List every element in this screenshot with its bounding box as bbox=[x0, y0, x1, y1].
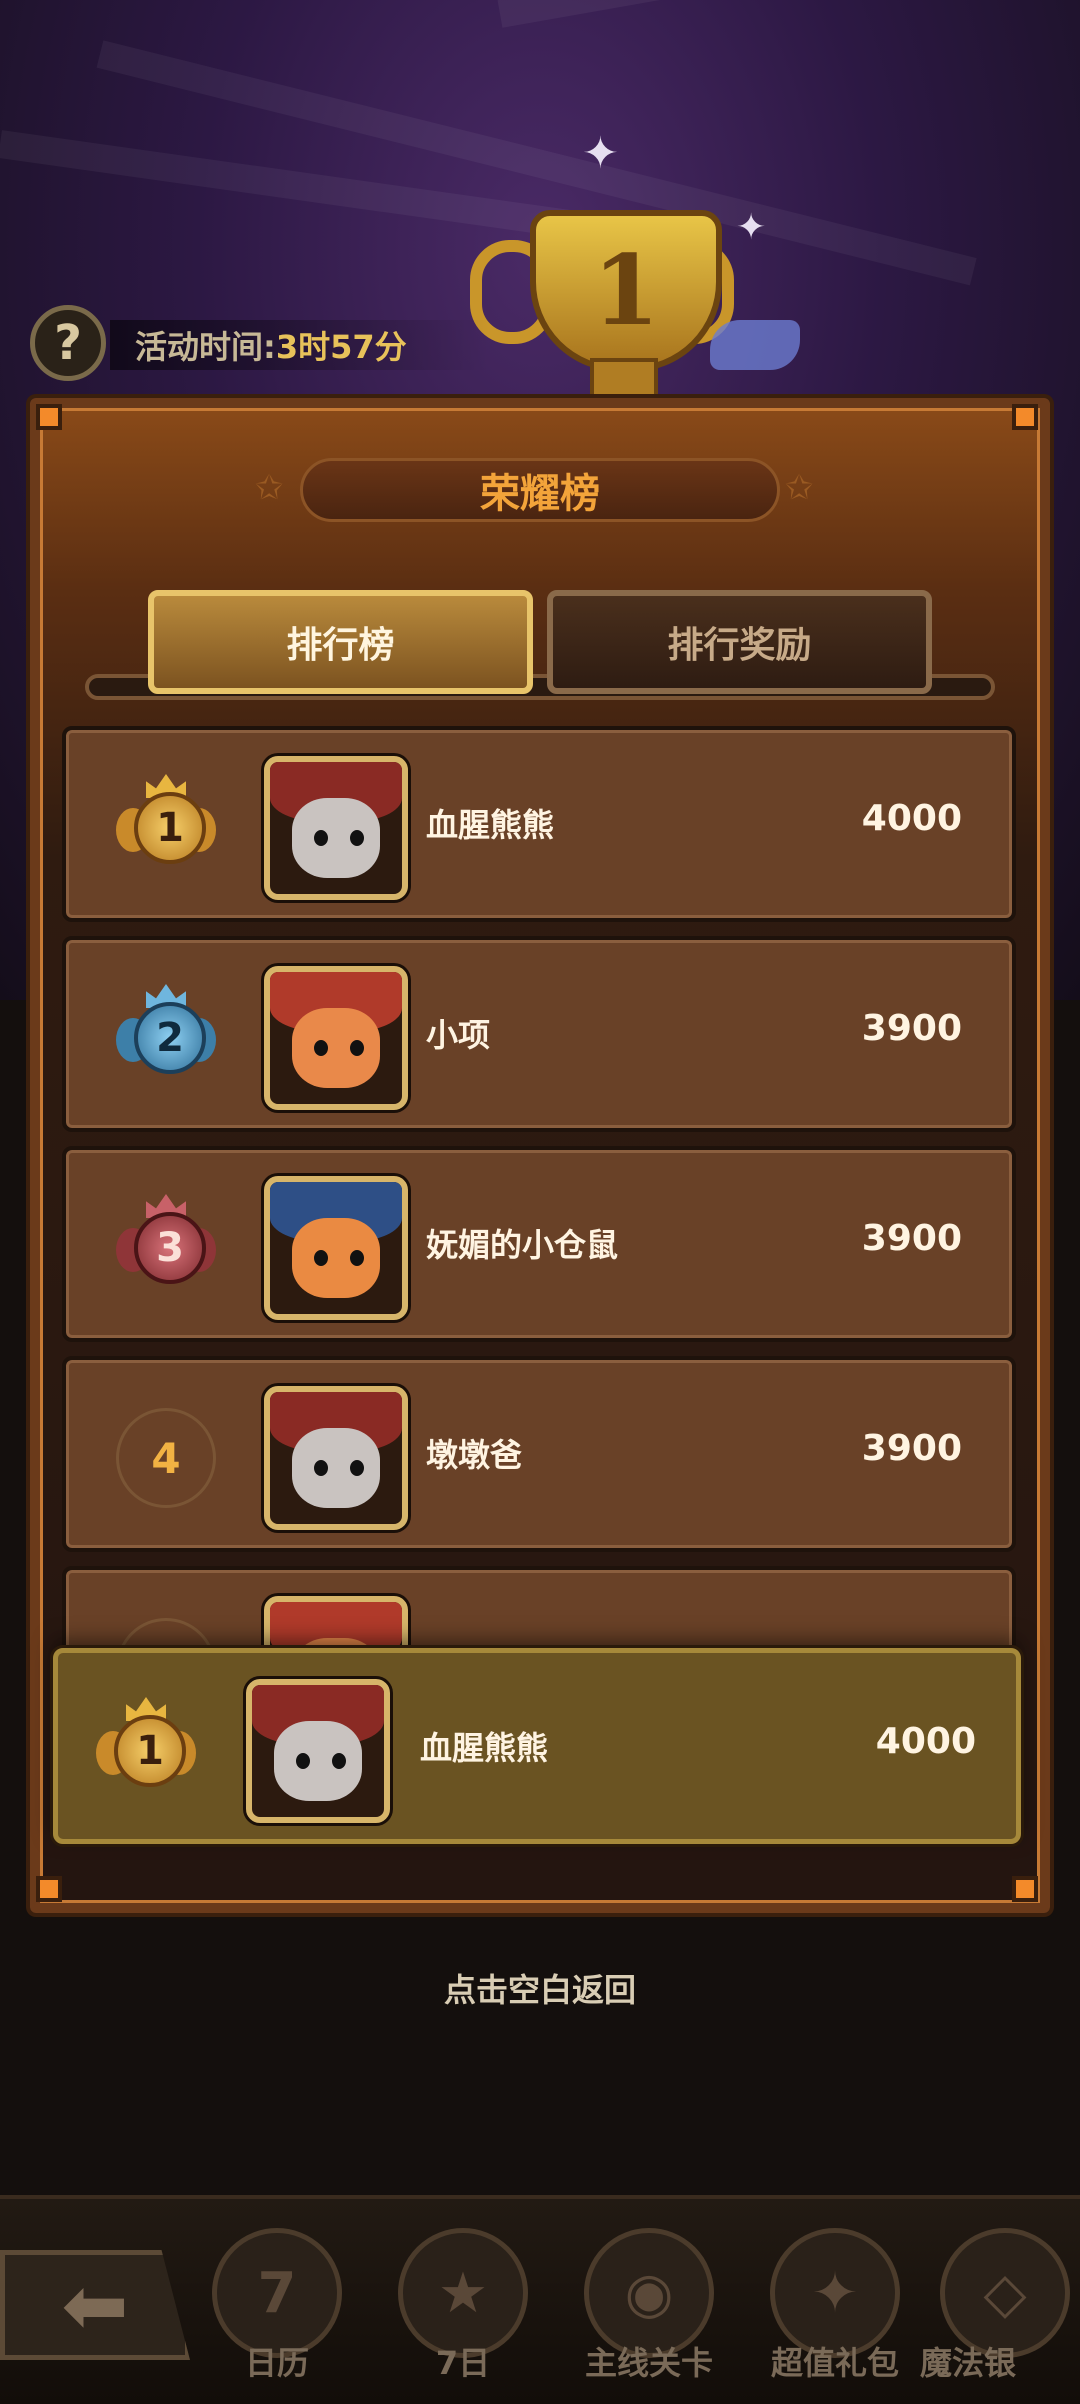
nav-main-stage[interactable]: ◉ 主线关卡 bbox=[574, 2228, 724, 2398]
player-avatar bbox=[264, 1386, 408, 1530]
player-name: 墩墩爸 bbox=[426, 1436, 523, 1474]
avatar-eye bbox=[332, 1753, 346, 1769]
nav-7-day[interactable]: ★ 7日 bbox=[388, 2228, 538, 2398]
avatar-eye bbox=[296, 1753, 310, 1769]
nav-label: 魔法银 bbox=[920, 2344, 1017, 2382]
trophy-number: 1 bbox=[592, 234, 660, 347]
rank-number: 1 bbox=[134, 792, 206, 864]
title-star-icon: ✩ bbox=[785, 468, 814, 508]
avatar-face bbox=[292, 798, 380, 878]
trophy-ribbon bbox=[710, 320, 800, 370]
rank-gold-medal-icon: 1 bbox=[96, 1697, 196, 1801]
player-name: 小项 bbox=[426, 1016, 491, 1054]
leaderboard-row[interactable]: 3 妩媚的小仓鼠 3900 bbox=[62, 1146, 1016, 1342]
my-player-score: 4000 bbox=[875, 1721, 976, 1762]
trophy-cup: 1 bbox=[530, 210, 722, 372]
tap-blank-to-return-hint[interactable]: 点击空白返回 bbox=[0, 1965, 1080, 2011]
player-name: 妩媚的小仓鼠 bbox=[426, 1226, 619, 1264]
player-avatar bbox=[246, 1679, 390, 1823]
avatar-eye bbox=[314, 1250, 328, 1266]
player-score: 3900 bbox=[861, 1218, 962, 1259]
nav-value-pack[interactable]: ✦ 超值礼包 bbox=[760, 2228, 910, 2398]
leaderboard-row[interactable]: 4 墩墩爸 3900 bbox=[62, 1356, 1016, 1552]
rank-number: 5 bbox=[116, 1618, 216, 1645]
activity-time-value: 3时57分 bbox=[275, 328, 407, 366]
avatar-face bbox=[274, 1721, 362, 1801]
leaderboard-row[interactable]: 5 bbox=[62, 1566, 1016, 1645]
leaderboard-row[interactable]: 2 小项 3900 bbox=[62, 936, 1016, 1132]
my-rank-row[interactable]: 1 血腥熊熊 4000 bbox=[53, 1648, 1021, 1844]
leaderboard-row[interactable]: 1 血腥熊熊 4000 bbox=[62, 726, 1016, 922]
player-score: 3900 bbox=[861, 1428, 962, 1469]
rank-number: 2 bbox=[134, 1002, 206, 1074]
sparkle-icon: ✦ bbox=[736, 207, 767, 248]
avatar-eye bbox=[350, 1460, 364, 1476]
player-score: 4000 bbox=[861, 798, 962, 839]
avatar-eye bbox=[350, 1040, 364, 1056]
player-name: 血腥熊熊 bbox=[426, 806, 555, 844]
avatar-eye bbox=[314, 1460, 328, 1476]
player-score: 3900 bbox=[861, 1008, 962, 1049]
panel-title: 荣耀榜 bbox=[300, 458, 780, 522]
avatar-face bbox=[292, 1008, 380, 1088]
title-star-icon: ✩ bbox=[255, 468, 284, 508]
player-avatar bbox=[264, 756, 408, 900]
panel-corner bbox=[36, 404, 62, 430]
avatar-eye bbox=[314, 830, 328, 846]
rank-silver-medal-icon: 2 bbox=[116, 984, 216, 1088]
avatar-eye bbox=[314, 1040, 328, 1056]
player-avatar bbox=[264, 1596, 408, 1645]
trophy-icon: 1 bbox=[470, 200, 800, 420]
panel-corner bbox=[1012, 1876, 1038, 1902]
player-avatar bbox=[264, 1176, 408, 1320]
avatar-eye bbox=[350, 1250, 364, 1266]
panel-corner bbox=[36, 1876, 62, 1902]
avatar-eye bbox=[350, 830, 364, 846]
nav-label: 日历 bbox=[244, 2344, 309, 2382]
sparkle-icon: ✦ bbox=[582, 128, 619, 179]
avatar-face bbox=[292, 1428, 380, 1508]
nav-label: 7日 bbox=[435, 2344, 491, 2382]
rank-gold-medal-icon: 1 bbox=[116, 774, 216, 878]
tab-rank-rewards[interactable]: 排行奖励 bbox=[547, 590, 932, 694]
back-arrow-icon: ⬅ bbox=[61, 2258, 129, 2352]
player-avatar bbox=[264, 966, 408, 1110]
rank-number: 1 bbox=[114, 1715, 186, 1787]
panel-corner bbox=[1012, 404, 1038, 430]
nav-label: 主线关卡 bbox=[584, 2344, 713, 2382]
help-button[interactable]: ? bbox=[30, 305, 106, 381]
activity-time-label: 活动时间: bbox=[135, 328, 276, 366]
nav-label: 超值礼包 bbox=[770, 2344, 899, 2382]
avatar-face bbox=[292, 1218, 380, 1298]
nav-magic-silver[interactable]: ◇ 魔法银 bbox=[920, 2228, 1080, 2398]
my-player-name: 血腥熊熊 bbox=[420, 1729, 549, 1767]
activity-time: 活动时间: 3时57分 bbox=[110, 320, 490, 370]
rank-bronze-medal-icon: 3 bbox=[116, 1194, 216, 1298]
tab-leaderboard[interactable]: 排行榜 bbox=[148, 590, 533, 694]
rank-number: 3 bbox=[134, 1212, 206, 1284]
nav-calendar[interactable]: 7 日历 bbox=[202, 2228, 352, 2398]
leaderboard-list[interactable]: 1 血腥熊熊 4000 2 小项 3900 3 妩媚的小仓鼠 3900 4 墩墩… bbox=[60, 720, 1020, 1645]
back-button[interactable]: ⬅ bbox=[0, 2250, 190, 2360]
rank-number: 4 bbox=[116, 1408, 216, 1508]
